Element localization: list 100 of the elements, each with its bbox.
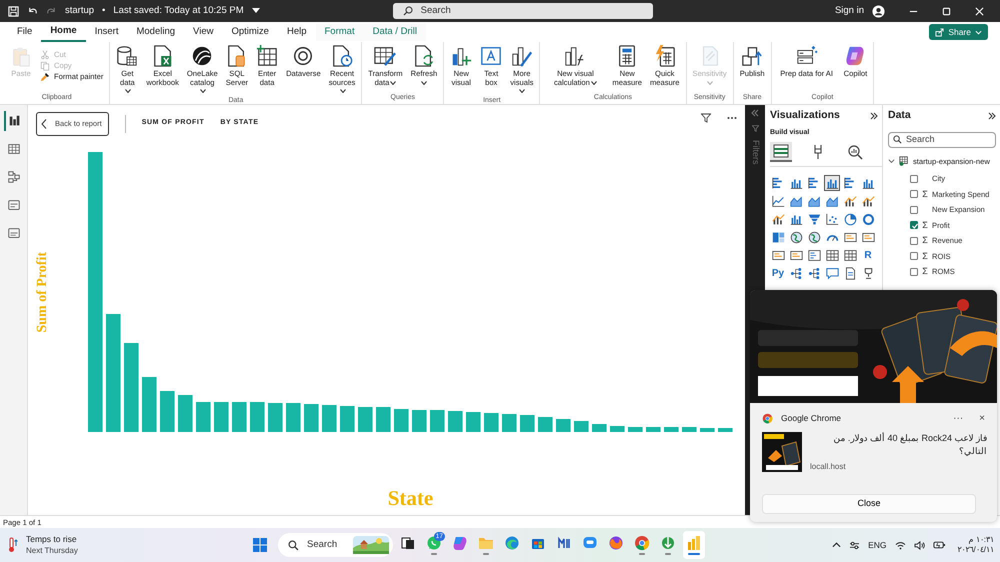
slicer-icon [808,248,820,262]
ribbon-tab[interactable]: Optimize [222,23,278,41]
caret-down-icon [519,89,526,94]
search-icon [893,135,902,144]
checkbox[interactable] [910,252,918,260]
chart-pencil-icon [510,45,533,67]
visual-type-button[interactable] [824,247,840,264]
ribbon-tab[interactable]: Modeling [127,23,184,41]
close-icon[interactable] [975,6,984,16]
filter-icon[interactable] [701,112,711,122]
sliders-icon[interactable] [849,540,860,550]
visual-type-button[interactable] [806,265,822,282]
sigma-symbol: Σ [921,265,929,278]
checkbox[interactable] [910,236,918,245]
document-icon [844,266,856,280]
bar [430,410,444,432]
bar [448,411,462,432]
refresh-document-icon [412,45,435,67]
build-tab[interactable] [770,142,792,162]
visual-type-button[interactable] [860,211,876,228]
more-options-icon[interactable] [727,116,737,120]
search-icon [402,6,413,16]
maximize-icon[interactable] [942,6,951,16]
battery-icon[interactable] [932,541,946,549]
upload-icon [741,45,764,67]
start-button[interactable] [252,537,268,553]
ribbon-tab[interactable]: File [8,23,42,41]
bar-chart-icon [772,176,784,190]
visual-type-button[interactable] [824,211,840,228]
weather-subtitle[interactable]: Next Thursday [26,545,78,558]
bar [142,377,156,432]
avatar-icon[interactable] [872,4,885,18]
weather-title[interactable]: Temps to rise [26,532,78,546]
ribbon-tab[interactable]: Insert [86,23,128,41]
visual-type-button[interactable] [842,247,858,264]
search-field[interactable]: Search [888,132,996,148]
globe-icon [790,230,802,244]
ribbon-tab[interactable]: Home [41,22,86,42]
visual-type-button[interactable] [824,175,840,192]
language-indicator[interactable]: ENG [868,538,887,552]
table-icon [826,248,838,262]
checkbox[interactable] [910,174,918,183]
bar [574,421,588,432]
redo-icon[interactable] [46,6,57,16]
caret-down-icon [340,89,346,94]
bar [610,426,624,432]
share-icon [935,28,944,36]
area-chart-icon [826,194,838,208]
visual-type-button[interactable] [806,229,822,246]
caret-down-icon[interactable] [252,8,260,14]
undo-icon[interactable] [27,6,38,16]
clock[interactable]: ١٠:٣١ م ٢٠٢٦/٠٤/١١ [958,535,994,555]
bar [196,402,210,432]
ribbon-tab[interactable]: Format [316,23,364,41]
globe-icon [808,230,820,244]
visual-type-button[interactable] [788,229,804,246]
sign-in-link[interactable]: Sign in [834,4,864,18]
visual-type-button[interactable] [824,265,840,282]
visual-type-button[interactable] [770,193,786,210]
checkbox[interactable] [910,206,918,214]
chevron-up-icon[interactable] [832,542,842,548]
checkbox[interactable] [910,190,918,198]
source-link[interactable]: locall.host [810,461,987,473]
expand-icon[interactable] [988,112,996,120]
search-field[interactable]: Search [278,533,393,557]
ribbon-tab[interactable]: Data / Drill [364,23,426,41]
bar [214,402,228,432]
chevron-down-icon[interactable] [888,158,895,165]
pie-chart-icon [844,212,856,226]
more-button[interactable]: ··· [949,411,968,426]
checkbox[interactable] [910,268,918,276]
checkbox[interactable] [910,221,918,230]
ribbon-tab[interactable]: Help [278,23,316,41]
visual-type-button[interactable] [788,265,804,282]
fields-icon [773,143,789,160]
visual-type-button[interactable] [842,211,858,228]
visual-type-button[interactable] [806,247,822,264]
query-view-icon [7,198,21,212]
bar [394,409,408,432]
caret-down-icon [707,80,714,85]
visual-type-button[interactable]: Py [770,265,786,282]
share-button[interactable]: Share [929,24,988,40]
line-chart-icon [772,194,784,208]
close-button[interactable]: × [975,411,989,426]
search-field[interactable]: Search [392,3,653,19]
wifi-icon[interactable] [894,540,906,550]
caret-down-icon [200,89,206,94]
clock-document-icon [331,45,353,67]
close-button[interactable]: Close [762,494,976,514]
collapse-icon[interactable] [751,109,759,117]
save-icon[interactable] [8,6,19,16]
expand-icon[interactable] [870,112,878,120]
ribbon-tab[interactable]: View [184,23,222,41]
bar [322,405,336,432]
bar [178,395,192,432]
volume-icon[interactable] [914,540,925,550]
card-icon [790,248,802,262]
message-app-icon [582,535,598,551]
magnifier-chart-icon [847,144,863,160]
visual-type-button[interactable]: R [860,247,876,264]
